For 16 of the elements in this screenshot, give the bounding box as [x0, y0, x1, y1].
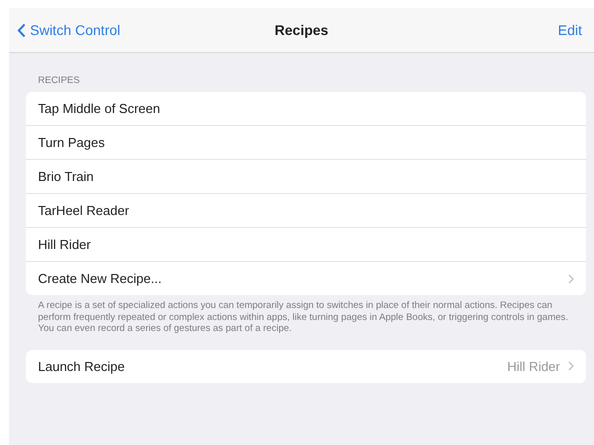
section-footer: A recipe is a set of specialized actions you can temporarily assign to switches in place of their normal actions. Recipes can perform frequently repeated or complex actions within apps, like turning pages in Apple Books, or triggering controls in games. You can even record a series of gestures as part of a recipe. [26, 295, 586, 350]
settings-row[interactable]: Launch Recipe Hill Rider [26, 350, 586, 382]
recipe-row[interactable]: Hill Rider [26, 228, 586, 262]
back-button[interactable]: Switch Control [17, 22, 120, 38]
recipe-row[interactable]: Brio Train [26, 160, 586, 194]
recipe-row[interactable]: TarHeel Reader [26, 194, 586, 228]
edit-button[interactable]: Edit [558, 22, 582, 38]
recipe-row[interactable]: Tap Middle of Screen [26, 92, 586, 126]
back-chevron-icon [17, 22, 26, 38]
row-value: Hill Rider [507, 358, 560, 374]
settings-row[interactable]: Create New Recipe... [26, 262, 586, 295]
chevron-icon [568, 274, 574, 284]
nav-title: Recipes [274, 22, 328, 38]
chevron-icon [568, 361, 574, 371]
section-header: RECIPES [37, 74, 81, 88]
recipe-row[interactable]: Turn Pages [26, 126, 586, 160]
